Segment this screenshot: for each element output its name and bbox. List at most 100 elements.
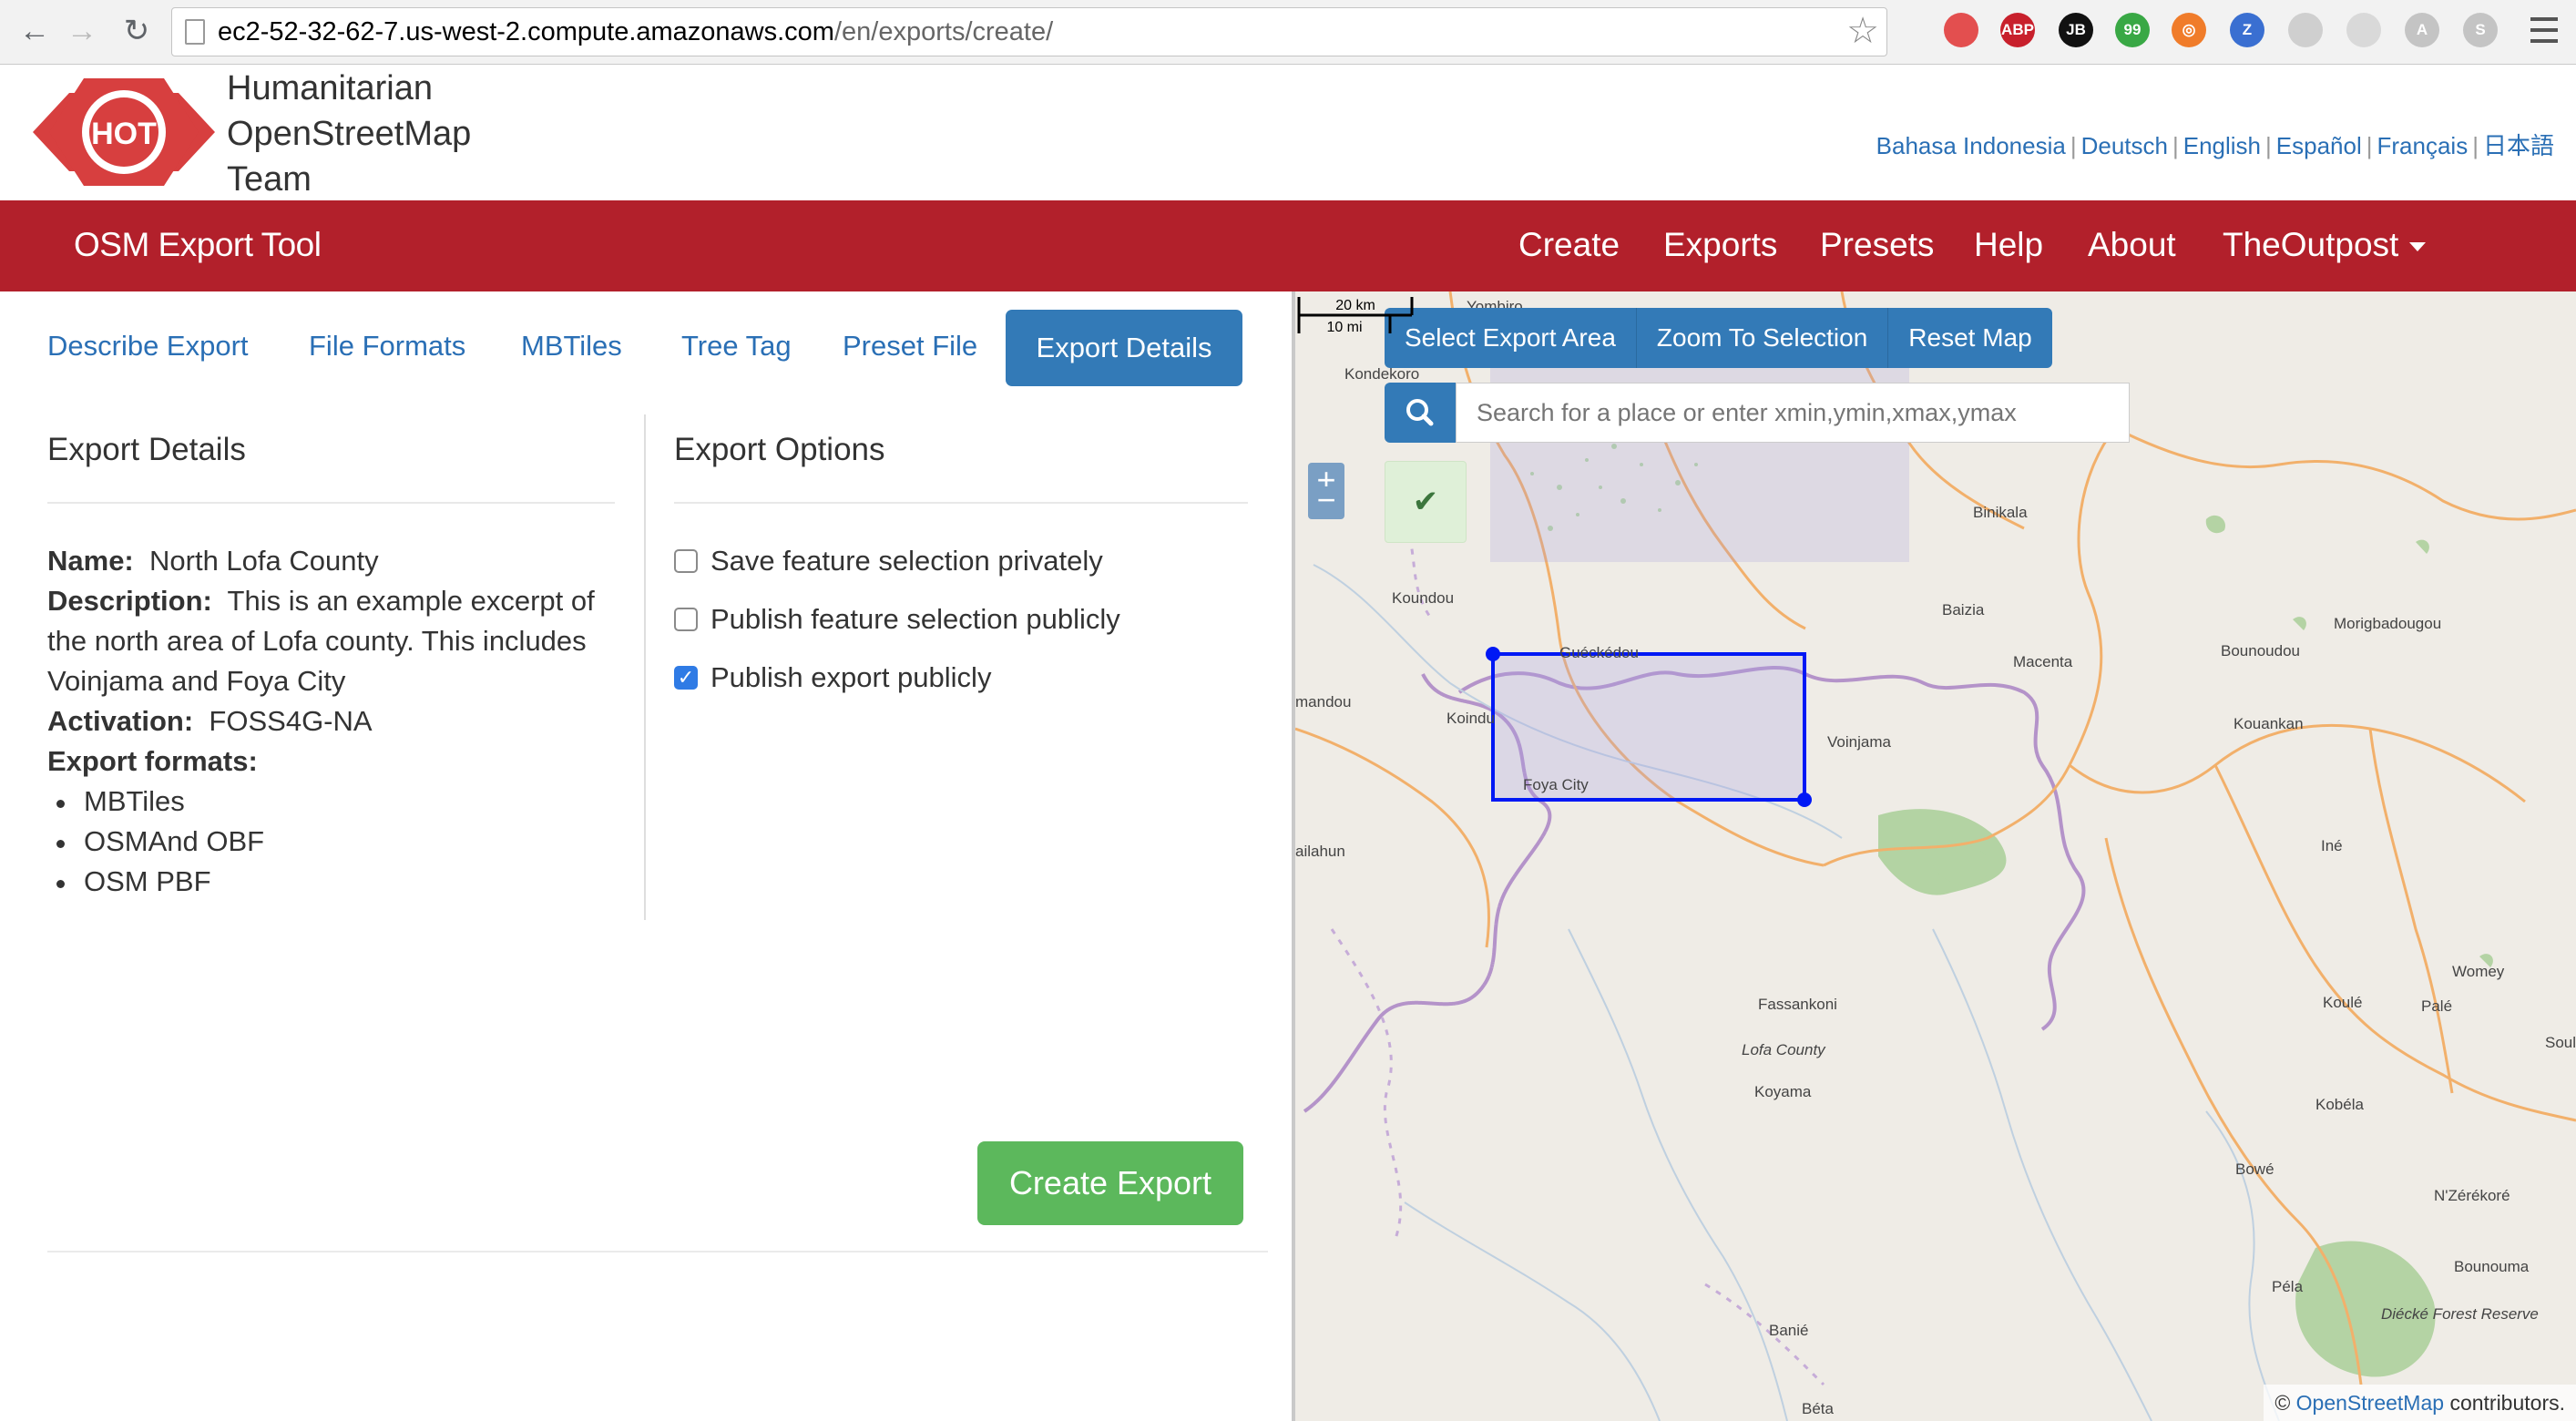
quote-bubble-icon[interactable]: 99 bbox=[2115, 13, 2150, 47]
zoom-to-selection-button[interactable]: Zoom To Selection bbox=[1636, 308, 1889, 368]
map-place-label: Béta bbox=[1802, 1400, 1835, 1417]
nav-presets[interactable]: Presets bbox=[1820, 226, 1934, 264]
adblock-plus-icon[interactable]: ABP bbox=[2000, 13, 2035, 47]
publish-selection-checkbox[interactable] bbox=[674, 608, 698, 631]
publish-selection-label[interactable]: Publish feature selection publicly bbox=[710, 603, 1120, 636]
language-switcher: Bahasa Indonesia | Deutsch | English | Español… bbox=[1876, 132, 2554, 159]
forest-areas bbox=[1878, 515, 2493, 1377]
tab-export-details[interactable]: Export Details bbox=[1006, 310, 1242, 386]
lifebuoy-icon[interactable]: ◎ bbox=[2172, 13, 2206, 47]
map-place-label: Foya City bbox=[1523, 776, 1589, 793]
lang-link-japanese[interactable]: 日本語 bbox=[2483, 132, 2554, 159]
format-item: OSMAnd OBF bbox=[56, 825, 265, 857]
map-place-label: Fassankoni bbox=[1758, 996, 1837, 1013]
map-place-label: Macenta bbox=[2013, 653, 2073, 670]
menu-icon-bar bbox=[2530, 39, 2558, 43]
map-place-label: Koulé bbox=[2323, 994, 2362, 1011]
org-name-line: Humanitarian bbox=[227, 69, 433, 107]
address-bar[interactable]: ec2-52-32-62-7.us-west-2.compute.amazona… bbox=[171, 7, 1887, 56]
save-private-label[interactable]: Save feature selection privately bbox=[710, 545, 1103, 578]
map-place-label: mandou bbox=[1295, 693, 1351, 710]
sync-icon[interactable] bbox=[2288, 13, 2323, 47]
map-place-label: Binikala bbox=[1973, 504, 2028, 521]
s-icon[interactable]: S bbox=[2463, 13, 2498, 47]
tab-describe-export[interactable]: Describe Export bbox=[47, 330, 249, 363]
map-place-label: Bowé bbox=[2235, 1160, 2274, 1178]
map-place-label: Soulo bbox=[2545, 1034, 2576, 1051]
selection-handle[interactable] bbox=[1797, 792, 1812, 807]
map-place-label: Péla bbox=[2272, 1278, 2304, 1295]
map-place-label: Palé bbox=[2421, 997, 2452, 1015]
hot-logo[interactable]: HOT bbox=[33, 73, 215, 191]
lang-link-bahasa-indonesia[interactable]: Bahasa Indonesia bbox=[1876, 132, 2066, 159]
circle-icon[interactable] bbox=[2346, 13, 2381, 47]
map-search-input[interactable] bbox=[1456, 383, 2130, 443]
export-details-heading: Export Details bbox=[47, 432, 246, 467]
reload-icon[interactable]: ↻ bbox=[118, 13, 155, 49]
map-place-label: Iné bbox=[2321, 837, 2343, 854]
map-search-button[interactable] bbox=[1385, 383, 1456, 443]
nav-user-dropdown[interactable]: TheOutpost bbox=[2223, 226, 2427, 264]
page-icon bbox=[185, 19, 205, 45]
checkmark-icon: ✔ bbox=[1412, 485, 1439, 519]
create-export-button[interactable]: Create Export bbox=[977, 1141, 1243, 1225]
map-place-label: Womey bbox=[2452, 963, 2505, 980]
map-place-label: Koyama bbox=[1754, 1083, 1812, 1100]
main-navbar: OSM Export Tool Create Exports Presets H… bbox=[0, 200, 2576, 291]
caret-down-icon bbox=[2409, 242, 2427, 252]
a-icon[interactable]: A bbox=[2405, 13, 2439, 47]
map-place-label: Kobéla bbox=[2315, 1096, 2364, 1113]
map-scale: 20 km 10 mi bbox=[1297, 297, 1414, 335]
map-place-label: Voinjama bbox=[1827, 733, 1891, 751]
forward-arrow-icon[interactable]: → bbox=[64, 13, 100, 49]
url-text: ec2-52-32-62-7.us-west-2.compute.amazona… bbox=[218, 17, 1054, 46]
scale-km: 20 km bbox=[1335, 298, 1375, 313]
osm-link[interactable]: OpenStreetMap bbox=[2296, 1391, 2444, 1415]
brand-title[interactable]: OSM Export Tool bbox=[74, 226, 322, 264]
browser-toolbar: ← → ↻ ec2-52-32-62-7.us-west-2.compute.a… bbox=[0, 0, 2576, 65]
map-place-label: Kouankan bbox=[2234, 715, 2304, 732]
map-place-label: Banié bbox=[1769, 1322, 1808, 1339]
publish-export-label[interactable]: Publish export publicly bbox=[710, 661, 991, 694]
detail-activation: Activation: FOSS4G-NA bbox=[47, 705, 373, 737]
publish-export-checkbox[interactable]: ✓ bbox=[674, 666, 698, 690]
map-place-label: Guéckédou bbox=[1559, 644, 1639, 661]
map-place-label: Baizia bbox=[1942, 601, 1985, 618]
zoom-out-button[interactable]: − bbox=[1308, 484, 1344, 519]
tab-mbtiles[interactable]: MBTiles bbox=[521, 330, 622, 363]
format-item: MBTiles bbox=[56, 785, 185, 817]
lang-link-english[interactable]: English bbox=[2183, 132, 2261, 159]
selection-handle[interactable] bbox=[1486, 647, 1500, 661]
format-item: OSM PBF bbox=[56, 865, 211, 897]
detail-description: Description: This is an example excerpt … bbox=[47, 585, 595, 697]
color-wheel-icon[interactable] bbox=[1944, 13, 1978, 47]
tab-preset-file[interactable]: Preset File bbox=[843, 330, 977, 363]
zotero-icon[interactable]: Z bbox=[2230, 13, 2264, 47]
nav-about[interactable]: About bbox=[2088, 226, 2176, 264]
org-name: Humanitarian OpenStreetMap Team bbox=[227, 66, 518, 202]
save-private-checkbox[interactable] bbox=[674, 549, 698, 573]
map-canvas[interactable]: YombiroKondekoroBinikalaKoundouBaiziaMor… bbox=[1295, 291, 2576, 1421]
menu-icon[interactable] bbox=[2530, 17, 2558, 21]
tab-tree-tag[interactable]: Tree Tag bbox=[681, 330, 792, 363]
confirm-selection-button[interactable]: ✔ bbox=[1385, 461, 1467, 543]
detail-formats-label: Export formats: bbox=[47, 745, 258, 777]
map-attribution: © OpenStreetMap contributors. bbox=[2264, 1385, 2576, 1421]
divider bbox=[47, 502, 615, 504]
jetbrains-icon[interactable]: JB bbox=[2059, 13, 2093, 47]
bookmark-star-icon[interactable]: ☆ bbox=[1846, 12, 1879, 50]
nav-create[interactable]: Create bbox=[1518, 226, 1620, 264]
tab-file-formats[interactable]: File Formats bbox=[309, 330, 465, 363]
back-arrow-icon[interactable]: ← bbox=[16, 13, 53, 49]
lang-link-espanol[interactable]: Español bbox=[2276, 132, 2362, 159]
lang-link-francais[interactable]: Français bbox=[2377, 132, 2469, 159]
nav-exports[interactable]: Exports bbox=[1663, 226, 1777, 264]
map-place-label: Bounoudou bbox=[2221, 642, 2300, 659]
reset-map-button[interactable]: Reset Map bbox=[1888, 308, 2052, 368]
detail-name-value: North Lofa County bbox=[149, 545, 379, 577]
menu-icon-bar bbox=[2530, 28, 2558, 32]
nav-help[interactable]: Help bbox=[1974, 226, 2043, 264]
lang-link-deutsch[interactable]: Deutsch bbox=[2081, 132, 2168, 159]
map[interactable]: Yombiro Kondekoro Binikala Koundou Baizia Mor… bbox=[1292, 291, 2576, 1421]
map-place-label: N'Zérékoré bbox=[2434, 1187, 2510, 1204]
